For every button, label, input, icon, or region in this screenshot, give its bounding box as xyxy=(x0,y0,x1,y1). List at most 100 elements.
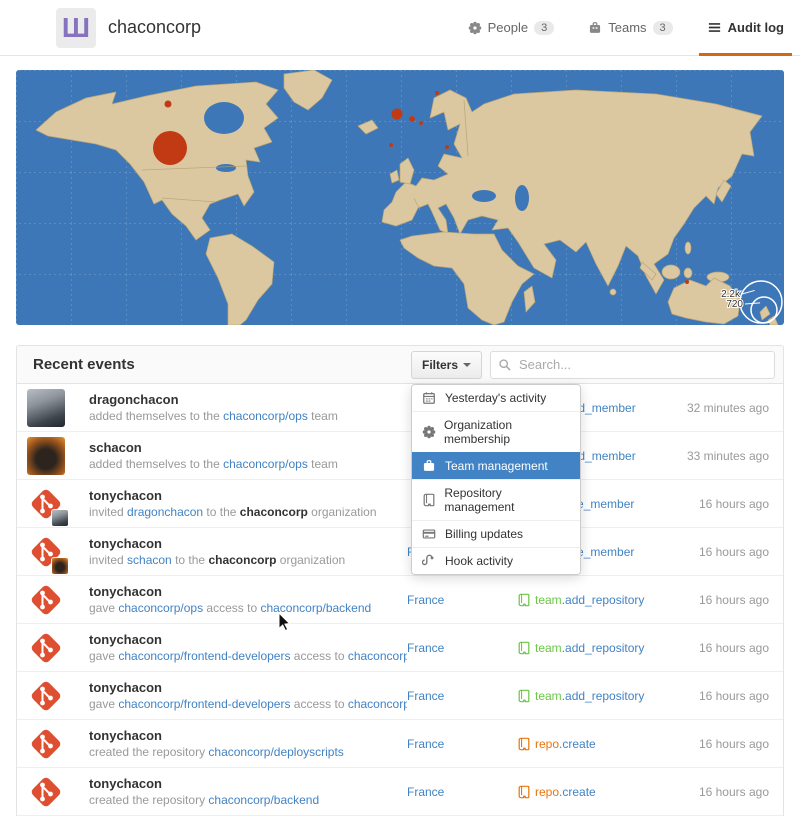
repo-icon xyxy=(517,785,531,799)
world-map: 2.2k720 xyxy=(16,70,784,325)
event-row: tonychacon gave chaconcorp/frontend-devel… xyxy=(17,672,783,720)
repo-icon xyxy=(517,593,531,607)
tab-people[interactable]: People 3 xyxy=(468,0,555,55)
filter-option-yesterday-s-activity[interactable]: Yesterday's activity xyxy=(412,385,580,411)
event-type[interactable]: repo.create xyxy=(517,737,665,751)
filters-button[interactable]: Filters xyxy=(411,351,482,379)
event-timestamp: 16 hours ago xyxy=(665,545,769,559)
event-text: team xyxy=(308,409,338,423)
event-text: to the xyxy=(203,505,240,519)
event-actor[interactable]: tonychacon xyxy=(89,536,407,551)
event-text: gave xyxy=(89,697,118,711)
event-description: gave chaconcorp/ops access to chaconcorp… xyxy=(89,601,407,615)
tab-label: People xyxy=(488,20,528,35)
event-actor[interactable]: tonychacon xyxy=(89,632,407,647)
event-link[interactable]: chaconcorp/backend xyxy=(348,649,407,663)
count-badge: 3 xyxy=(534,21,554,35)
git-logo-avatar[interactable] xyxy=(27,773,65,811)
git-logo-avatar[interactable] xyxy=(27,677,65,715)
git-logo-avatar[interactable] xyxy=(27,485,65,523)
map-marker-uk xyxy=(392,109,403,120)
event-link[interactable]: schacon xyxy=(127,553,172,567)
event-timestamp: 16 hours ago xyxy=(665,737,769,751)
event-timestamp: 33 minutes ago xyxy=(665,449,769,463)
tab-audit-log[interactable]: Audit log xyxy=(707,0,784,55)
filter-option-repository-management[interactable]: Repository management xyxy=(412,479,580,520)
git-logo-avatar[interactable] xyxy=(27,629,65,667)
event-row: tonychaconcreated the repository chaconc… xyxy=(17,720,783,768)
event-actor[interactable]: tonychacon xyxy=(89,728,407,743)
events-panel-header: Recent events Filters Yesterday's activi… xyxy=(17,346,783,384)
event-link[interactable]: chaconcorp/backend xyxy=(260,601,371,615)
event-actor[interactable]: tonychacon xyxy=(89,776,407,791)
legend-label: 720 xyxy=(726,299,743,310)
event-link[interactable]: chaconcorp/deployscripts xyxy=(208,745,343,759)
map-marker-canada xyxy=(165,101,172,108)
event-row: dragonchacon added themselves to the chac… xyxy=(17,384,783,432)
event-link[interactable]: chaconcorp/backend xyxy=(208,793,319,807)
filters-wrap: Filters Yesterday's activityOrganization… xyxy=(411,351,482,379)
event-location[interactable]: France xyxy=(407,737,517,751)
event-type[interactable]: repo.create xyxy=(517,785,665,799)
chevron-down-icon xyxy=(463,363,471,367)
event-timestamp: 16 hours ago xyxy=(665,497,769,511)
avatar[interactable] xyxy=(27,437,65,475)
event-actor[interactable]: tonychacon xyxy=(89,488,407,503)
event-type[interactable]: team.add_repository xyxy=(517,593,665,607)
event-location[interactable]: France xyxy=(407,641,517,655)
event-type-rest: .add_repository xyxy=(562,641,645,655)
event-location[interactable]: France xyxy=(407,593,517,607)
tab-teams[interactable]: Teams 3 xyxy=(588,0,672,55)
filter-option-team-management[interactable]: Team management xyxy=(412,452,580,479)
event-actor[interactable]: dragonchacon xyxy=(89,392,407,407)
event-link[interactable]: dragonchacon xyxy=(127,505,203,519)
repo-icon xyxy=(422,493,436,507)
search-input[interactable] xyxy=(490,351,775,379)
event-actor[interactable]: schacon xyxy=(89,440,407,455)
event-link[interactable]: chaconcorp/frontend xyxy=(348,697,407,711)
event-type-prefix: team xyxy=(535,593,562,607)
tab-label: Teams xyxy=(608,20,646,35)
event-actor[interactable]: tonychacon xyxy=(89,584,407,599)
git-logo-avatar[interactable] xyxy=(27,533,65,571)
filter-option-hook-activity[interactable]: Hook activity xyxy=(412,547,580,574)
filter-option-billing-updates[interactable]: Billing updates xyxy=(412,520,580,547)
organization-icon xyxy=(422,425,436,439)
filter-option-label: Team management xyxy=(445,459,548,473)
tab-label: Audit log xyxy=(728,20,784,35)
map-marker-netherlands xyxy=(409,116,415,122)
event-location[interactable]: France xyxy=(407,785,517,799)
org-logo[interactable]: Ш xyxy=(56,8,96,48)
git-logo-avatar[interactable] xyxy=(27,581,65,619)
event-row: tonychaconinvited dragonchacon to the ch… xyxy=(17,480,783,528)
filter-option-organization-membership[interactable]: Organization membership xyxy=(412,411,580,452)
event-location[interactable]: France xyxy=(407,689,517,703)
event-row: tonychaconinvited schacon to the chaconc… xyxy=(17,528,783,576)
event-actor[interactable]: tonychacon xyxy=(89,680,407,695)
hook-icon xyxy=(422,554,437,568)
org-header: Ш chaconcorp People3Teams3Audit log xyxy=(0,0,800,56)
event-link[interactable]: chaconcorp/ops xyxy=(223,409,308,423)
map-marker-australia xyxy=(685,280,689,284)
avatar[interactable] xyxy=(27,389,65,427)
event-description: created the repository chaconcorp/backen… xyxy=(89,793,407,807)
active-tab-underline xyxy=(699,53,792,56)
event-row: tonychacon created the repository chaconc… xyxy=(17,768,783,816)
git-logo-avatar[interactable] xyxy=(27,725,65,763)
count-badge: 3 xyxy=(653,21,673,35)
event-link[interactable]: chaconcorp/frontend-developers xyxy=(118,697,290,711)
event-link[interactable]: chaconcorp/ops xyxy=(223,457,308,471)
event-row: schaconadded themselves to the chaconcor… xyxy=(17,432,783,480)
event-link[interactable]: chaconcorp/ops xyxy=(118,601,203,615)
event-type-prefix: repo xyxy=(535,785,559,799)
event-type-prefix: team xyxy=(535,689,562,703)
event-text: added themselves to the xyxy=(89,409,223,423)
org-logo-glyph: Ш xyxy=(62,14,90,42)
event-type[interactable]: team.add_repository xyxy=(517,689,665,703)
event-bold-text: chaconcorp xyxy=(240,505,308,519)
event-type[interactable]: team.add_repository xyxy=(517,641,665,655)
event-link[interactable]: chaconcorp/frontend-developers xyxy=(118,649,290,663)
credit-card-icon xyxy=(422,527,437,541)
filter-option-label: Organization membership xyxy=(444,418,570,446)
organization-icon xyxy=(468,21,482,35)
